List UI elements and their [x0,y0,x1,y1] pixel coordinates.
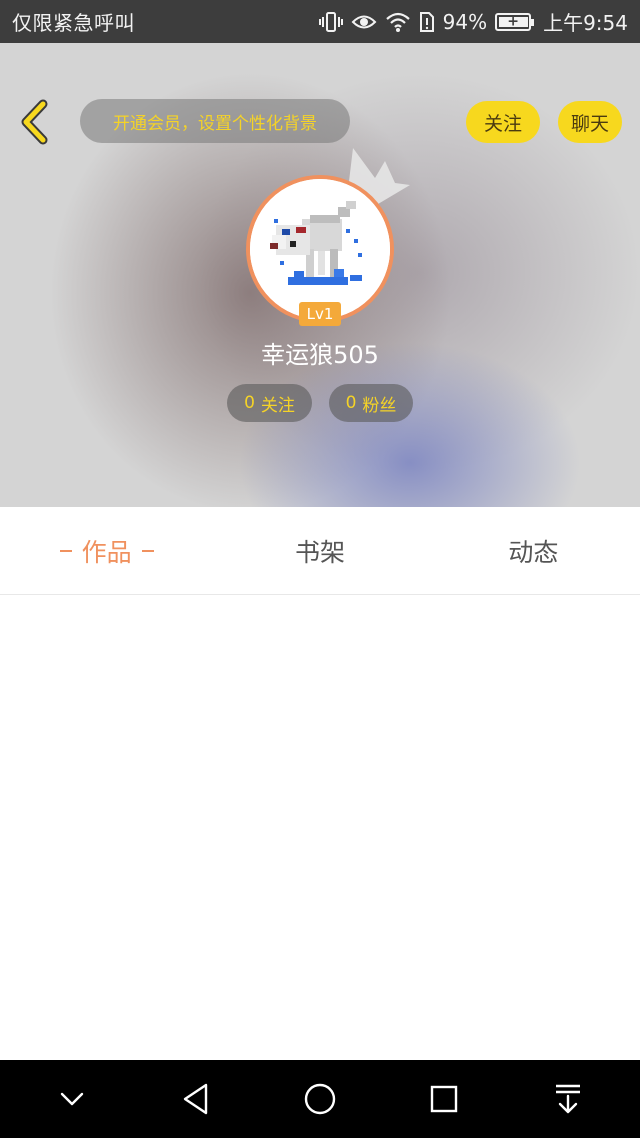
home-circle-icon [304,1083,336,1115]
fans-count-button[interactable]: 0 粉丝 [329,384,413,422]
tab-indicator-left [59,549,72,552]
tab-works-label: 作品 [81,537,132,567]
nav-back-button[interactable] [166,1069,226,1129]
profile-tabs: 作品 书架 动态 [0,507,640,595]
back-triangle-icon [183,1083,208,1115]
battery-percent: 94% [442,9,488,34]
fans-label: 粉丝 [362,395,397,416]
following-count: 0 [244,393,255,413]
carrier-text: 仅限紧急呼叫 [12,11,135,35]
chat-button-label: 聊天 [570,112,609,135]
status-icons: 94% + 上午9:54 [318,7,628,36]
vip-prompt-label: 开通会员，设置个性化背景 [113,113,317,134]
level-badge: Lv1 [299,302,341,326]
chat-button[interactable]: 聊天 [558,101,622,143]
battery-charging-icon: + [495,12,535,31]
avatar[interactable] [246,175,394,323]
follow-button[interactable]: 关注 [466,101,540,143]
vibrate-icon [318,11,343,33]
tab-works[interactable]: 作品 [0,507,213,594]
tab-bookshelf-label: 书架 [294,537,345,567]
vip-background-prompt[interactable]: 开通会员，设置个性化背景 [80,99,350,143]
follow-button-label: 关注 [483,112,522,135]
chevron-down-icon [60,1092,84,1106]
profile-page: 仅限紧急呼叫 94% + 上午9:54 开通会员，设置个性化背景 关注 聊天 L… [0,0,640,1138]
sim-icon [419,11,435,33]
tab-indicator-right [141,549,154,552]
tab-content-area [0,596,640,1060]
tab-activity-label: 动态 [508,537,559,567]
fans-count: 0 [345,393,357,413]
download-icon [556,1084,580,1114]
recents-square-icon [430,1085,458,1113]
username: 幸运狼505 [261,341,379,369]
tab-bookshelf[interactable]: 书架 [213,507,426,594]
status-bar: 仅限紧急呼叫 94% + 上午9:54 [0,0,640,43]
nav-recents-button[interactable] [414,1069,474,1129]
nav-home-button[interactable] [290,1069,350,1129]
profile-header: 开通会员，设置个性化背景 关注 聊天 Lv1 幸运狼505 0 关注 0 粉丝 [0,43,640,507]
eye-icon [351,11,377,33]
nav-notifications-button[interactable] [538,1069,598,1129]
pixel-wolf-avatar-icon [250,179,390,319]
wifi-icon [385,11,411,33]
nav-hide-button[interactable] [42,1069,102,1129]
following-label: 关注 [260,395,295,416]
following-count-button[interactable]: 0 关注 [227,384,312,422]
chevron-left-icon [21,99,48,145]
system-nav-bar [0,1060,640,1138]
status-time: 上午9:54 [543,11,628,35]
back-button[interactable] [12,98,56,146]
tab-activity[interactable]: 动态 [427,507,640,594]
